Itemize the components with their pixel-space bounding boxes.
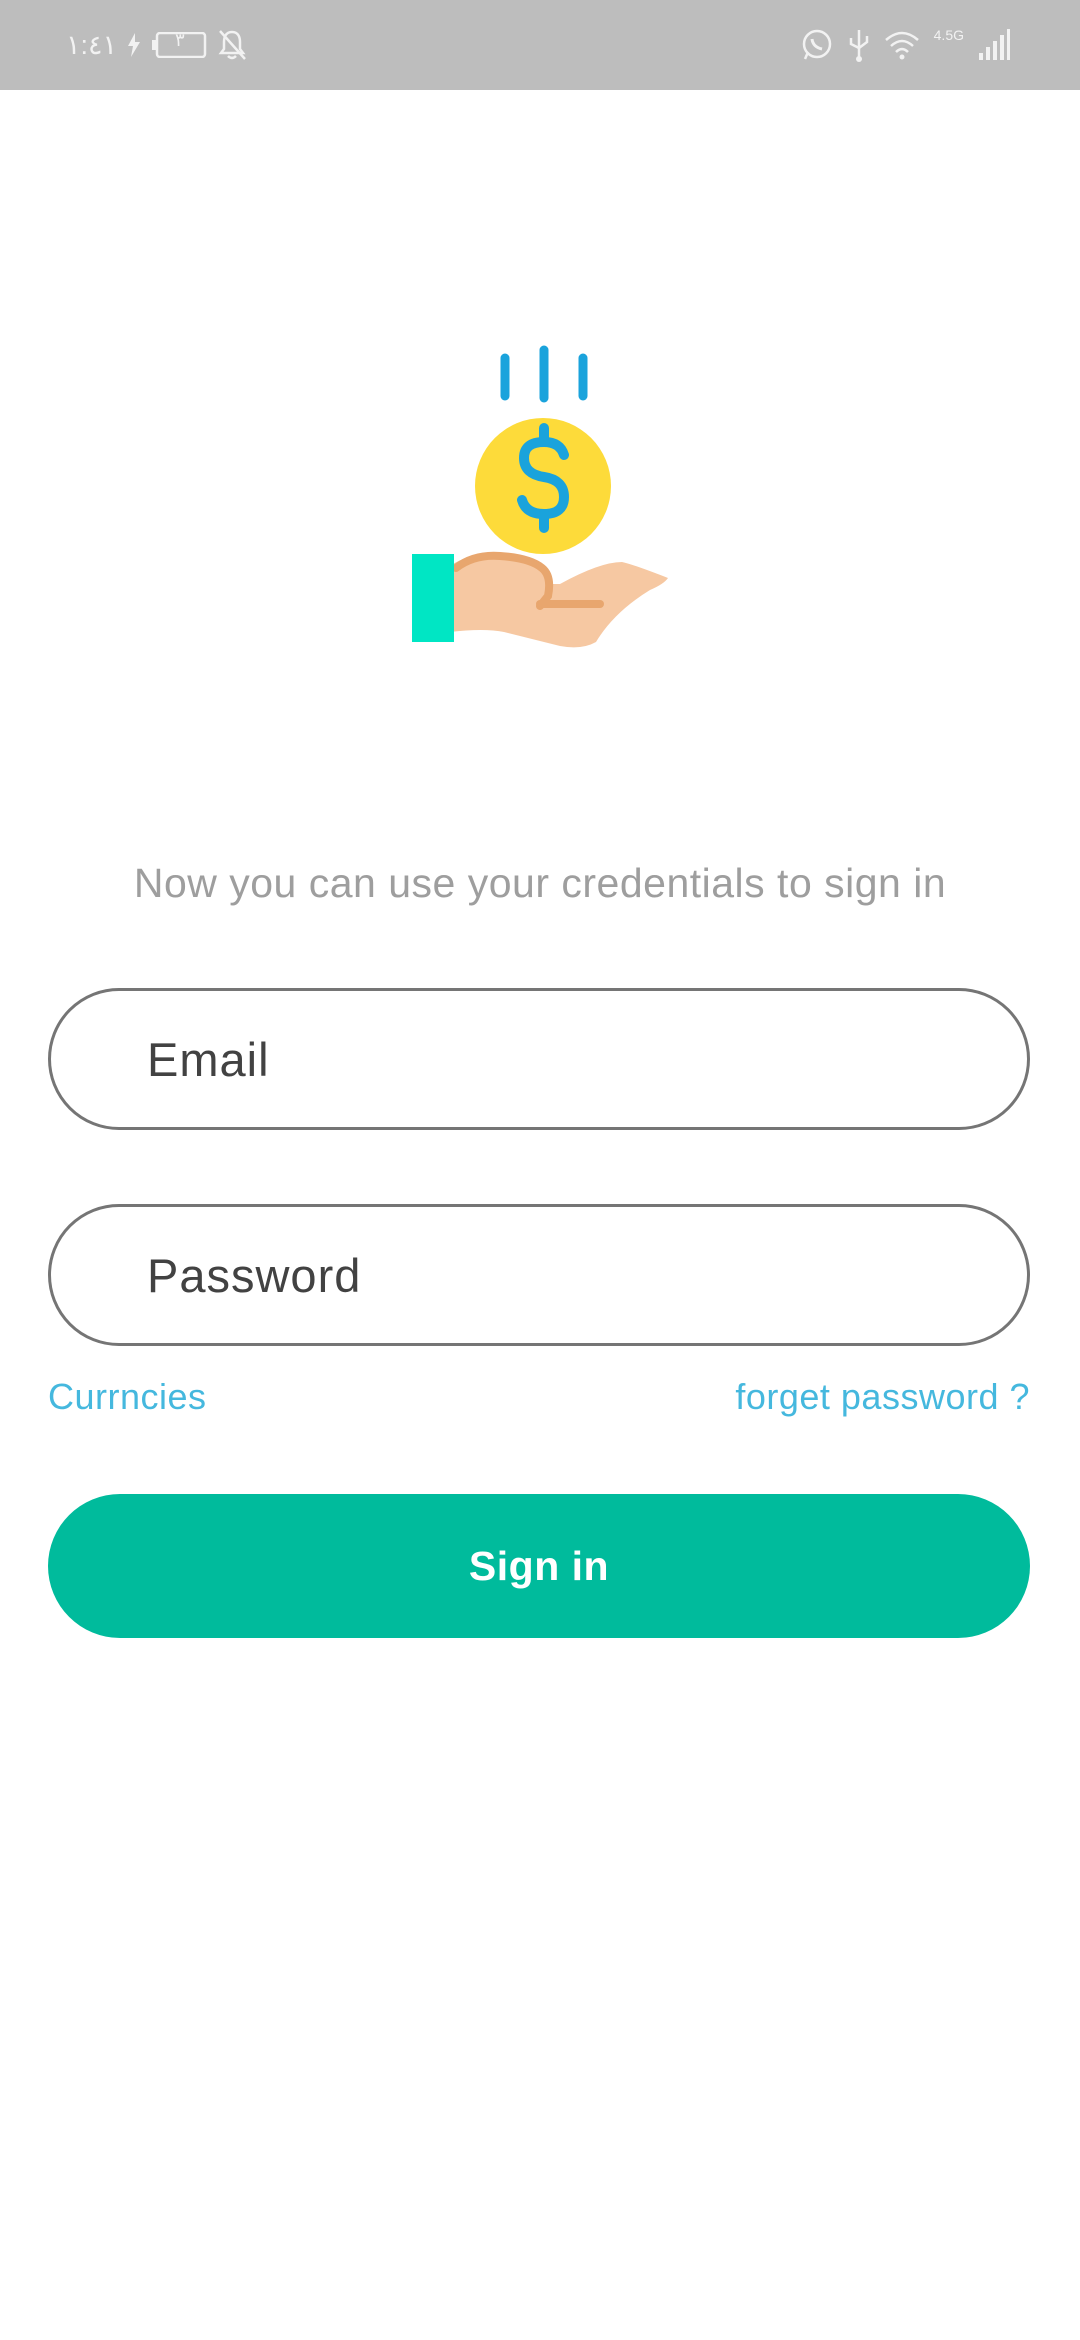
charging-icon	[127, 33, 141, 57]
sign-in-label: Sign in	[468, 1542, 610, 1589]
signal-icon	[978, 29, 1010, 61]
password-field[interactable]	[48, 1204, 1030, 1346]
usb-icon	[848, 28, 870, 62]
hand-receiving-coin-icon	[400, 340, 680, 660]
network-type-label: 4.5G	[933, 27, 964, 43]
status-right-group: 4.5G	[800, 22, 1010, 68]
login-subtitle: Now you can use your credentials to sign…	[133, 860, 947, 906]
mute-notifications-icon	[217, 29, 247, 61]
status-left-group: ١:٤١ ٣	[66, 24, 247, 66]
whatsapp-icon	[800, 28, 834, 62]
battery-icon: ٣	[151, 30, 207, 58]
password-input[interactable]	[147, 1207, 987, 1343]
sign-in-button[interactable]: Sign in	[48, 1494, 1030, 1638]
status-bar: ١:٤١ ٣ 4.5G	[0, 0, 1080, 90]
currencies-link[interactable]: Currncies	[48, 1376, 207, 1418]
email-field[interactable]	[48, 988, 1030, 1130]
email-input[interactable]	[147, 991, 987, 1127]
wifi-icon	[884, 30, 920, 60]
battery-level: ٣	[175, 30, 185, 50]
status-time: ١:٤١	[66, 29, 118, 60]
forget-password-link[interactable]: forget password ?	[735, 1376, 1030, 1418]
